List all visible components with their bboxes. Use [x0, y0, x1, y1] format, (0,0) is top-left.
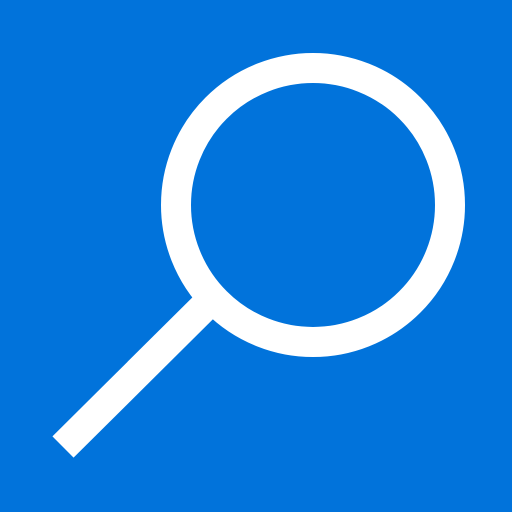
magnifier-handle: [52, 295, 216, 458]
magnifier-lens: [161, 53, 465, 357]
app-icon-tile[interactable]: [0, 0, 512, 512]
search-icon: [52, 53, 465, 458]
